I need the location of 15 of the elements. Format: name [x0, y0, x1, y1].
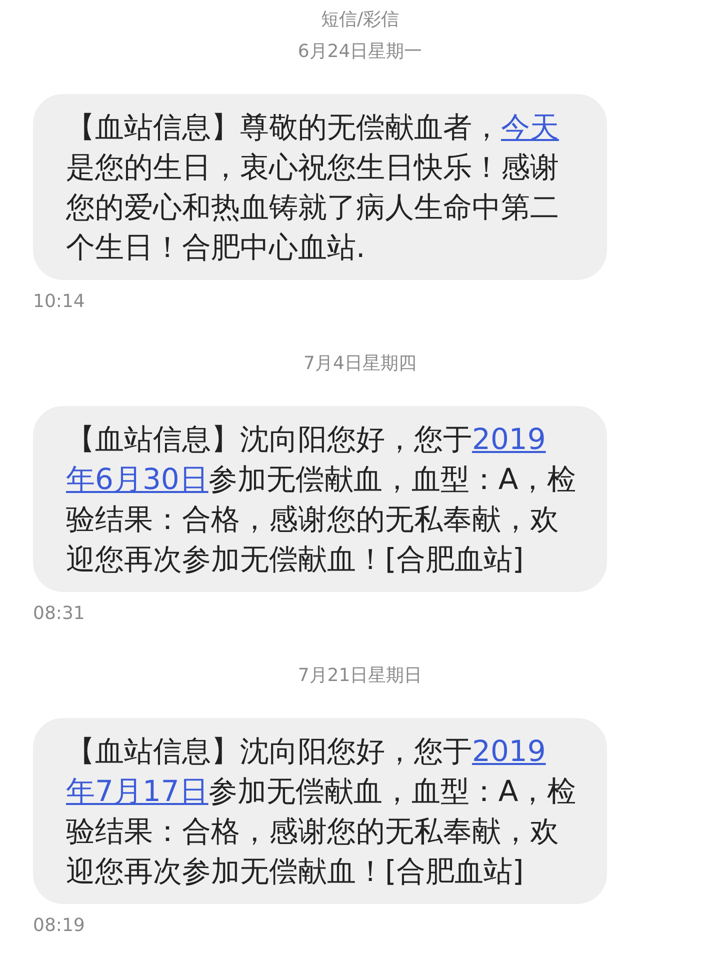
date-link[interactable]: 2019 — [472, 734, 546, 768]
date-link[interactable]: 今天 — [501, 110, 559, 144]
date-link[interactable]: 年6月30日 — [66, 462, 208, 496]
message-time: 08:31 — [33, 602, 86, 626]
date-label: 7月21日星期日 — [296, 664, 424, 688]
date-label: 6月24日星期一 — [296, 40, 424, 64]
message-text: 【血站信息】沈向阳您好，您于2019 年7月17日参加无偿献血，血型：A，检验结果：合格，感谢您的无私奉献，欢迎您再次参加无偿献血！[合肥血站] — [66, 733, 577, 890]
message-time: 10:14 — [33, 290, 86, 314]
date-link[interactable]: 2019 — [472, 422, 546, 456]
conversation-title: 短信/彩信 — [320, 8, 400, 32]
message-time: 08:19 — [33, 914, 86, 938]
date-label: 7月4日星期四 — [302, 352, 418, 376]
date-link[interactable]: 年7月17日 — [66, 774, 208, 808]
message-text: 【血站信息】沈向阳您好，您于2019 年6月30日参加无偿献血，血型：A，检验结果：合格，感谢您的无私奉献，欢迎您再次参加无偿献血！[合肥血站] — [66, 421, 577, 578]
message-text: 【血站信息】尊敬的无偿献血者，今天 是您的生日，衷心祝您生日快乐！感谢您的爱心和热血铸就了病人生命中第二个生日！合肥中心血站. — [66, 109, 560, 266]
